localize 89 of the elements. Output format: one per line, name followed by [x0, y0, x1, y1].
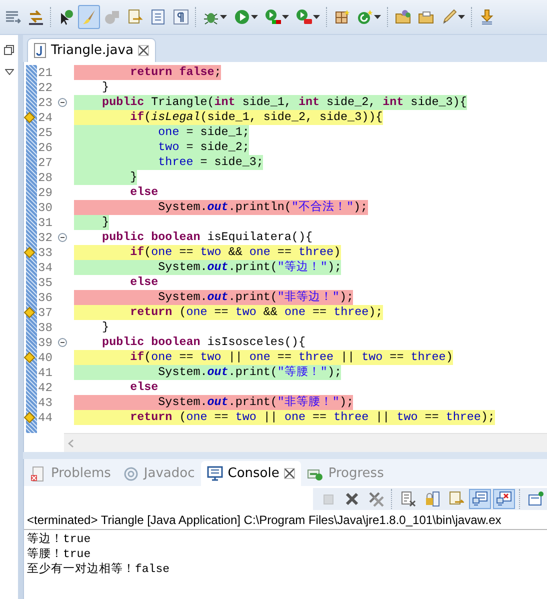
dropdown-caret-icon [282, 15, 289, 19]
expand-triangle-icon[interactable] [4, 69, 14, 75]
view-tab[interactable]: Javadoc [116, 461, 201, 486]
dropdown-caret-icon [251, 15, 258, 19]
tab-label: Triangle.java [51, 43, 134, 58]
code-line: public boolean isEquilatera(){ [101, 230, 312, 245]
line-number: 21 [37, 66, 54, 80]
line-number: 23 [37, 96, 54, 110]
console-output-line: 至少有一对边相等！false [27, 562, 171, 577]
dropdown-caret-icon [374, 15, 381, 19]
console-output-line: 等边！true [27, 532, 92, 547]
line-number: 32 [37, 230, 54, 244]
pen-icon [441, 9, 457, 25]
collapse-icon[interactable] [58, 98, 67, 107]
code-line: public boolean isIsosceles(){ [101, 335, 306, 350]
console-header: <terminated> Triangle [Java Application] C:\Program Files\Java\jre1.8.0_101\bin\javaw.ex [24, 510, 547, 530]
console-toolbar-button[interactable] [469, 489, 491, 509]
horizontal-scrollbar[interactable] [64, 433, 547, 452]
shapes-icon [104, 9, 120, 25]
dropdown-caret-icon [220, 15, 227, 19]
grid-icon [334, 9, 350, 25]
lines-icon [5, 9, 21, 25]
clear-document-icon [400, 491, 416, 507]
arrows-icon [28, 9, 44, 25]
collapse-icon[interactable] [58, 338, 67, 347]
pinned-monitor-icon [528, 491, 544, 507]
brush-icon [81, 9, 97, 25]
line-number: 44 [37, 410, 54, 424]
code-line: else [129, 185, 158, 200]
dropdown-caret-icon [458, 15, 465, 19]
close-icon[interactable] [284, 468, 296, 479]
tab-label: Console [228, 466, 280, 481]
line-number: 30 [37, 200, 54, 214]
monitor-icon [206, 466, 223, 482]
restore-icon[interactable] [4, 45, 14, 55]
console-toolbar-button[interactable] [493, 489, 515, 509]
line-number: 40 [37, 350, 54, 364]
document-arrow-icon [127, 9, 143, 25]
problems-icon [30, 466, 46, 482]
download-icon [479, 9, 495, 25]
dropdown-caret-icon [313, 15, 320, 19]
document-arrow-icon [448, 491, 464, 507]
line-number: 24 [37, 110, 54, 124]
line-number: 37 [37, 306, 54, 320]
line-number: 26 [37, 140, 54, 154]
remove-all-icon [368, 491, 384, 507]
line-number: 39 [37, 336, 54, 350]
folder-icon [395, 9, 411, 25]
close-icon[interactable] [138, 45, 150, 56]
code-line: else [129, 275, 158, 290]
line-number: 34 [37, 260, 54, 274]
line-number: 35 [37, 276, 54, 290]
line-number: 31 [37, 216, 54, 230]
tab-label: Progress [328, 466, 384, 481]
line-number: 38 [37, 320, 54, 334]
tab-label: Problems [51, 466, 111, 481]
code-line: else [129, 380, 158, 395]
code-line: } [101, 320, 110, 335]
document-icon [150, 9, 166, 25]
cursor-circle-icon [58, 9, 74, 25]
line-number: 43 [37, 396, 54, 410]
editor-tab[interactable]: Triangle.java [27, 38, 156, 62]
folder-icon [418, 9, 434, 25]
line-number: 29 [37, 186, 54, 200]
refresh-icon [357, 9, 373, 25]
view-tab[interactable]: Console [200, 461, 302, 486]
view-tab[interactable]: Problems [24, 461, 117, 486]
line-number: 36 [37, 290, 54, 304]
code-line: } [101, 80, 110, 95]
view-tab[interactable]: Progress [301, 461, 390, 486]
scroll-lock-icon [424, 491, 440, 507]
line-number: 28 [37, 170, 54, 184]
tab-label: Javadoc [144, 466, 195, 481]
play-case-icon [296, 9, 312, 25]
java-file-icon [34, 43, 46, 58]
line-number: 27 [37, 156, 54, 170]
line-number: 22 [37, 80, 54, 94]
play-bar-icon [265, 9, 281, 25]
play-icon [234, 9, 250, 25]
line-number: 42 [37, 380, 54, 394]
console-output-line: 等腰！true [27, 547, 92, 562]
line-number: 25 [37, 126, 54, 140]
line-number: 33 [37, 246, 54, 260]
collapse-icon[interactable] [58, 233, 67, 242]
remove-icon [344, 491, 360, 507]
pilcrow-icon [173, 9, 189, 25]
monitor-error-icon [496, 491, 512, 507]
monitor-icon [472, 491, 488, 507]
line-number: 41 [37, 366, 54, 380]
